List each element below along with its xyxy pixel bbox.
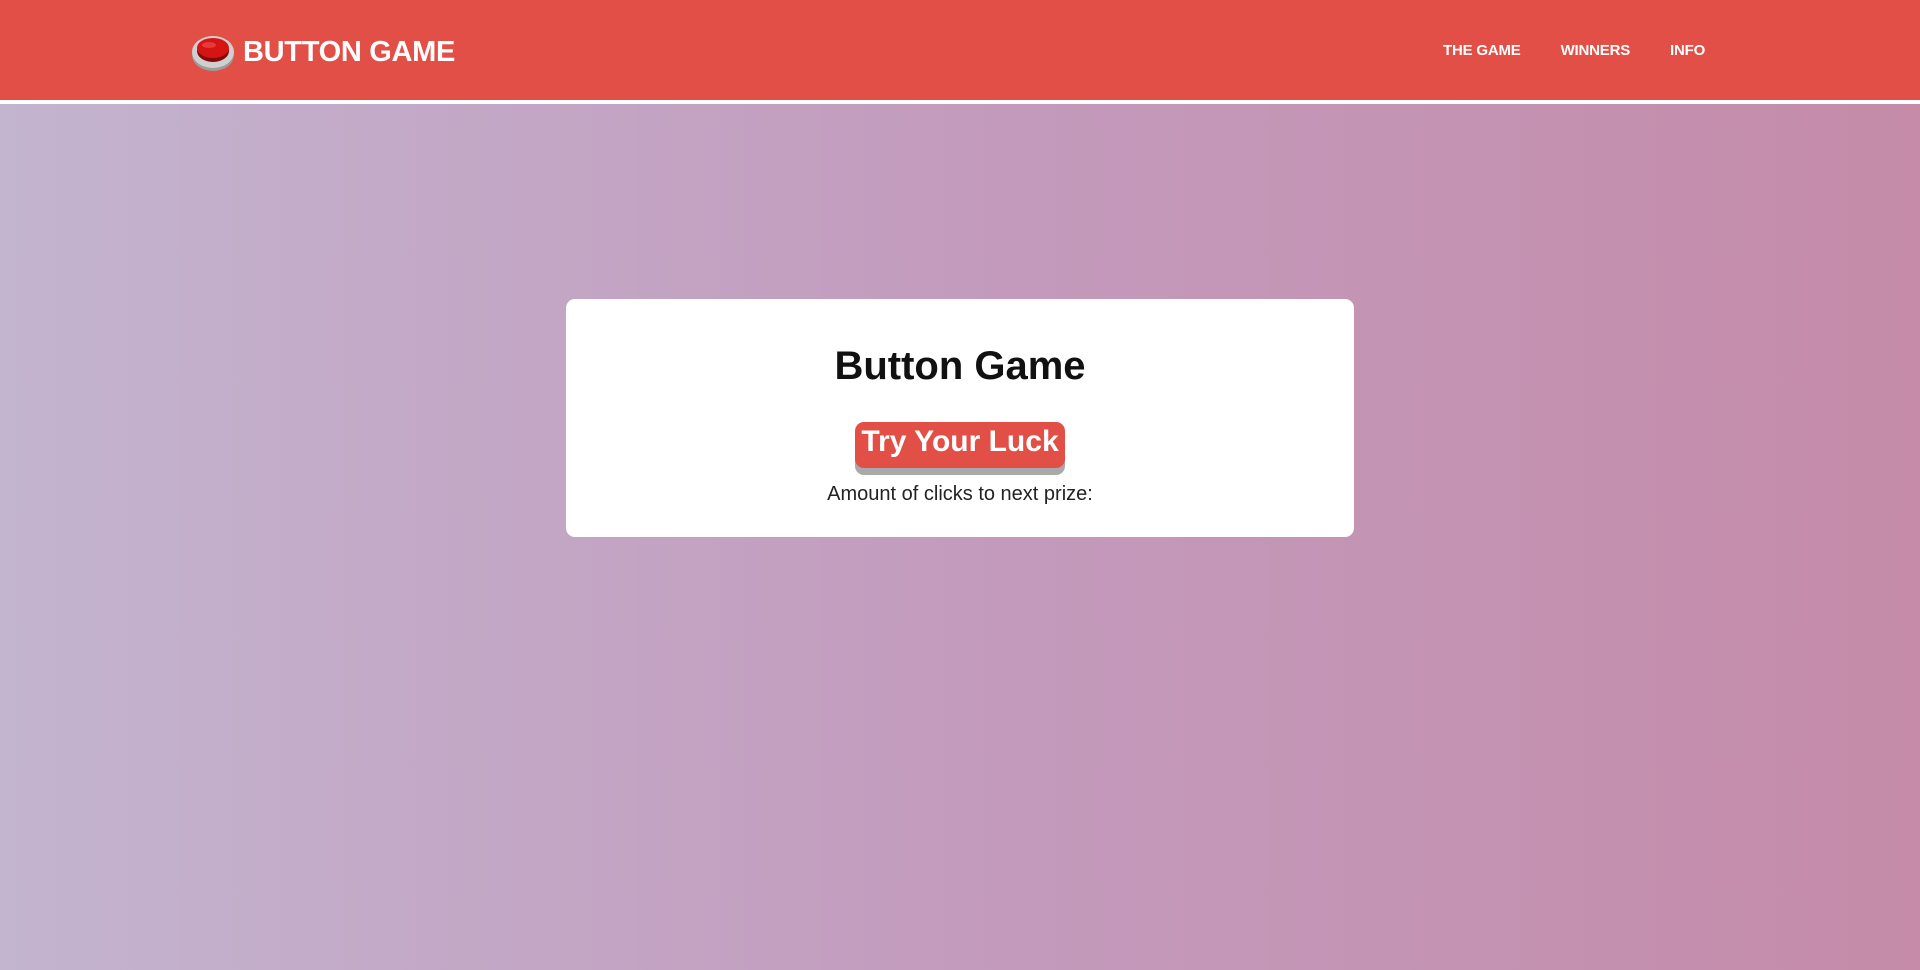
top-navbar: BUTTON GAME THE GAME WINNERS INFO — [0, 0, 1920, 104]
nav-link-winners[interactable]: WINNERS — [1561, 42, 1631, 60]
nav-link-info[interactable]: INFO — [1670, 42, 1705, 60]
clicks-to-next-prize-text: Amount of clicks to next prize: — [827, 483, 1093, 505]
try-your-luck-button[interactable]: Try Your Luck — [855, 422, 1065, 468]
card-title: Button Game — [834, 344, 1086, 388]
nav-link-the-game[interactable]: THE GAME — [1443, 42, 1521, 60]
game-card: Button Game Try Your Luck Amount of clic… — [566, 299, 1354, 537]
main-nav: THE GAME WINNERS INFO — [1443, 42, 1705, 60]
red-button-icon — [191, 30, 235, 74]
brand-link[interactable]: BUTTON GAME — [191, 30, 455, 74]
brand-name: BUTTON GAME — [243, 36, 456, 68]
